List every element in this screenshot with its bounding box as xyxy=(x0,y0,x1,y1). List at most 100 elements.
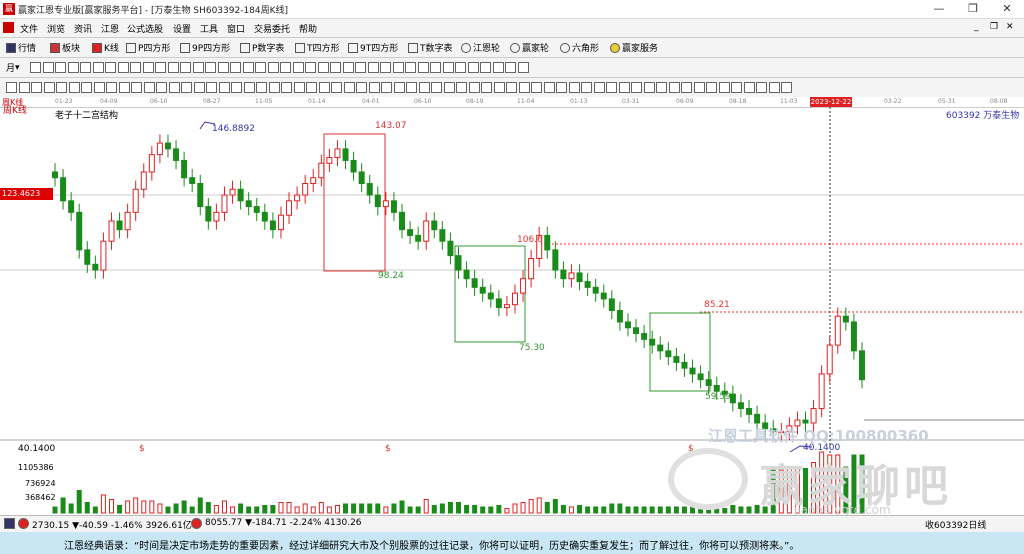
mdi-restore-button[interactable]: ❐ xyxy=(990,22,998,32)
tool-icon-2[interactable] xyxy=(31,82,42,93)
tool-icon-13[interactable] xyxy=(168,82,180,93)
tool-icon-26[interactable] xyxy=(355,62,366,73)
tool-icon-37[interactable] xyxy=(468,82,480,93)
tool-icon-21[interactable] xyxy=(268,82,280,93)
tool-icon-5[interactable] xyxy=(92,62,104,73)
tool-icon-36[interactable] xyxy=(456,82,467,93)
tool-icon-46[interactable] xyxy=(581,82,592,93)
tool-icon-38[interactable] xyxy=(481,82,492,93)
tool-icon-34[interactable] xyxy=(431,82,442,93)
tool-icon-12[interactable] xyxy=(180,62,191,73)
tool-icon-4[interactable] xyxy=(56,82,67,93)
tool-icon-62[interactable] xyxy=(781,82,792,93)
menu-file[interactable]: 文件 xyxy=(20,22,38,35)
tool-icon-0[interactable] xyxy=(6,82,17,93)
tool-icon-1[interactable] xyxy=(42,62,54,73)
tb-quote-button[interactable]: 行情 xyxy=(6,41,36,54)
tool-icon-17[interactable] xyxy=(218,82,230,93)
tool-icon-30[interactable] xyxy=(381,82,392,93)
tool-icon-18[interactable] xyxy=(255,62,266,73)
tool-icon-25[interactable] xyxy=(318,82,330,93)
tool-icon-30[interactable] xyxy=(405,62,416,73)
tb-p-square-button[interactable]: P四方形 xyxy=(126,41,170,54)
tool-icon-17[interactable] xyxy=(242,62,254,73)
tool-icon-23[interactable] xyxy=(293,82,305,93)
tool-icon-39[interactable] xyxy=(493,82,505,93)
tool-icon-1[interactable] xyxy=(18,82,30,93)
tool-icon-60[interactable] xyxy=(756,82,767,93)
tool-icon-43[interactable] xyxy=(543,82,555,93)
tool-icon-21[interactable] xyxy=(292,62,304,73)
tool-icon-42[interactable] xyxy=(531,82,542,93)
tool-icon-45[interactable] xyxy=(568,82,580,93)
menu-help[interactable]: 帮助 xyxy=(299,22,317,35)
tool-icon-24[interactable] xyxy=(330,62,341,73)
tool-icon-32[interactable] xyxy=(430,62,441,73)
tool-icon-27[interactable] xyxy=(367,62,379,73)
tool-icon-8[interactable] xyxy=(130,62,141,73)
tb-t-table-button[interactable]: T数字表 xyxy=(408,41,453,54)
tool-icon-34[interactable] xyxy=(455,62,466,73)
tool-icon-31[interactable] xyxy=(417,62,429,73)
tool-icon-29[interactable] xyxy=(368,82,380,93)
tool-icon-3[interactable] xyxy=(67,62,79,73)
tb-winner-wheel-button[interactable]: 赢家轮 xyxy=(510,41,549,54)
tool-icon-18[interactable] xyxy=(231,82,242,93)
tool-icon-16[interactable] xyxy=(230,62,241,73)
tool-icon-8[interactable] xyxy=(106,82,117,93)
tool-icon-59[interactable] xyxy=(743,82,755,93)
tool-icon-33[interactable] xyxy=(442,62,454,73)
tb-hexagon-button[interactable]: 六角形 xyxy=(560,41,599,54)
tool-icon-47[interactable] xyxy=(593,82,605,93)
close-button[interactable]: ✕ xyxy=(990,0,1024,18)
tool-icon-22[interactable] xyxy=(281,82,292,93)
menu-browse[interactable]: 浏览 xyxy=(47,22,65,35)
tool-icon-49[interactable] xyxy=(618,82,630,93)
tool-icon-36[interactable] xyxy=(480,62,491,73)
tool-icon-53[interactable] xyxy=(668,82,680,93)
period-select[interactable]: 月 ▾ xyxy=(6,61,20,75)
tool-icon-10[interactable] xyxy=(155,62,166,73)
tool-icon-54[interactable] xyxy=(681,82,692,93)
tool-icon-33[interactable] xyxy=(418,82,430,93)
tool-icon-56[interactable] xyxy=(706,82,717,93)
tb-9p-square-button[interactable]: 9P四方形 xyxy=(180,41,230,54)
tb-sector-button[interactable]: 板块 xyxy=(50,41,80,54)
tool-icon-22[interactable] xyxy=(305,62,316,73)
tool-icon-29[interactable] xyxy=(392,62,404,73)
menu-formula-pick[interactable]: 公式选股 xyxy=(127,22,163,35)
tool-icon-9[interactable] xyxy=(142,62,154,73)
sh-index-status[interactable]: 2730.15 ▼-40.59 -1.46% 3926.61亿 xyxy=(32,518,192,531)
tool-icon-13[interactable] xyxy=(192,62,204,73)
tool-icon-44[interactable] xyxy=(556,82,567,93)
tool-icon-52[interactable] xyxy=(656,82,667,93)
tool-icon-28[interactable] xyxy=(356,82,367,93)
tool-icon-7[interactable] xyxy=(93,82,105,93)
mdi-minimize-button[interactable]: _ xyxy=(974,22,979,32)
tool-icon-11[interactable] xyxy=(167,62,179,73)
tool-icon-23[interactable] xyxy=(317,62,329,73)
menu-settings[interactable]: 设置 xyxy=(173,22,191,35)
tool-icon-50[interactable] xyxy=(631,82,642,93)
tool-icon-19[interactable] xyxy=(267,62,279,73)
tool-icon-35[interactable] xyxy=(443,82,455,93)
tb-gann-wheel-button[interactable]: 江恩轮 xyxy=(461,41,500,54)
tb-9t-square-button[interactable]: 9T四方形 xyxy=(348,41,398,54)
tb-p-table-button[interactable]: P数字表 xyxy=(240,41,284,54)
tool-icon-11[interactable] xyxy=(143,82,155,93)
tool-icon-39[interactable] xyxy=(517,62,529,73)
tool-icon-19[interactable] xyxy=(243,82,255,93)
tool-icon-6[interactable] xyxy=(81,82,92,93)
tb-kline-button[interactable]: K线 xyxy=(92,41,119,54)
tool-icon-3[interactable] xyxy=(43,82,55,93)
tool-icon-16[interactable] xyxy=(206,82,217,93)
tool-icon-7[interactable] xyxy=(117,62,129,73)
tool-icon-12[interactable] xyxy=(156,82,167,93)
tool-icon-15[interactable] xyxy=(217,62,229,73)
maximize-button[interactable]: ❐ xyxy=(956,0,990,18)
menu-info[interactable]: 资讯 xyxy=(74,22,92,35)
tool-icon-35[interactable] xyxy=(467,62,479,73)
tool-icon-40[interactable] xyxy=(506,82,517,93)
tool-icon-14[interactable] xyxy=(205,62,216,73)
tb-service-button[interactable]: 赢家服务 xyxy=(610,41,658,54)
